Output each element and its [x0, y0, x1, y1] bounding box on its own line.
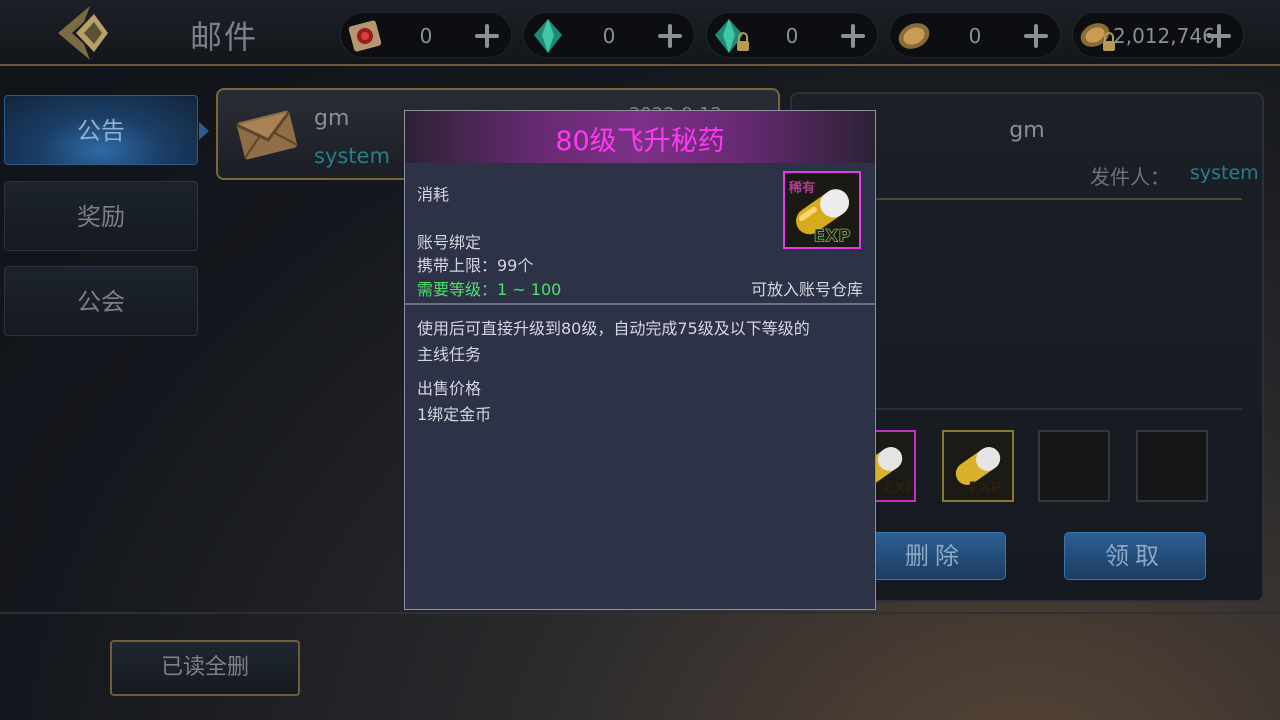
- add-icon[interactable]: [471, 20, 503, 52]
- tab-announcement[interactable]: 公告: [4, 95, 209, 165]
- sender-label: 发件人：: [1090, 165, 1170, 189]
- resource-coin: 0: [889, 12, 1061, 58]
- item-description-line: 使用后可直接升级到80级，自动完成75级及以下等级的: [417, 319, 810, 338]
- green-gem-icon: [526, 15, 570, 57]
- item-level-requirement: 需要等级：1 ~ 100: [417, 280, 562, 299]
- item-binding: 账号绑定: [417, 233, 482, 252]
- item-category: 消耗: [417, 185, 450, 204]
- item-description-line: 主线任务: [417, 345, 482, 364]
- item-carry-limit: 携带上限：99个: [417, 256, 534, 275]
- tab-rewards[interactable]: 奖励: [4, 181, 198, 251]
- mail-type: system: [314, 144, 390, 168]
- add-icon[interactable]: [654, 20, 686, 52]
- scroll-seal-icon: [343, 15, 387, 57]
- svg-text:EXP: EXP: [884, 478, 914, 496]
- resource-scroll: 0: [340, 12, 512, 58]
- resource-gem: 0: [523, 12, 695, 58]
- gold-coin-icon: [892, 15, 936, 57]
- claim-button[interactable]: 领取: [1064, 532, 1206, 580]
- exp-capsule-icon: EXP 稀有: [783, 171, 861, 249]
- back-arrow-icon[interactable]: [54, 4, 120, 62]
- attachment-slot-empty: [1136, 430, 1208, 502]
- tab-guild[interactable]: 公会: [4, 266, 198, 336]
- divider: [0, 612, 1280, 614]
- price-label: 出售价格: [417, 379, 482, 398]
- svg-text:EXP: EXP: [813, 226, 850, 246]
- attachment-slot[interactable]: EXP: [942, 430, 1014, 502]
- rarity-label: 稀有: [789, 179, 816, 196]
- sender-name: system: [1190, 162, 1259, 184]
- resource-bound-gem: 0: [706, 12, 878, 58]
- resource-value: 0: [968, 24, 982, 48]
- item-tooltip: 80级飞升秘药 EXP 稀有 消耗 账号绑定 携带上限：99个 需要等级：1 ~…: [404, 110, 876, 610]
- price-value: 1绑定金币: [417, 405, 492, 424]
- resource-bound-coin: 2,012,746: [1072, 12, 1244, 58]
- mail-sender: gm: [314, 106, 350, 131]
- divider: [812, 408, 1242, 410]
- add-icon[interactable]: [1020, 20, 1052, 52]
- resource-value: 0: [785, 24, 799, 48]
- locked-green-gem-icon: [709, 15, 753, 57]
- resource-value: 2,012,746: [1113, 24, 1215, 48]
- svg-text:EXP: EXP: [969, 478, 1002, 496]
- add-icon[interactable]: [837, 20, 869, 52]
- delete-read-button[interactable]: 已读全删: [110, 640, 300, 696]
- item-storage-note: 可放入账号仓库: [750, 280, 863, 299]
- envelope-icon: [234, 102, 300, 168]
- page-title: 邮件: [190, 18, 259, 56]
- divider: [405, 303, 875, 305]
- add-icon[interactable]: [1203, 20, 1235, 52]
- attachment-slot-empty: [1038, 430, 1110, 502]
- resource-value: 0: [419, 24, 433, 48]
- item-name: 80级飞升秘药: [555, 126, 725, 157]
- delete-button[interactable]: 删除: [864, 532, 1006, 580]
- divider: [812, 198, 1242, 200]
- top-bar: 邮件 0 0 0 0 2,012,746: [0, 0, 1280, 66]
- resource-value: 0: [602, 24, 616, 48]
